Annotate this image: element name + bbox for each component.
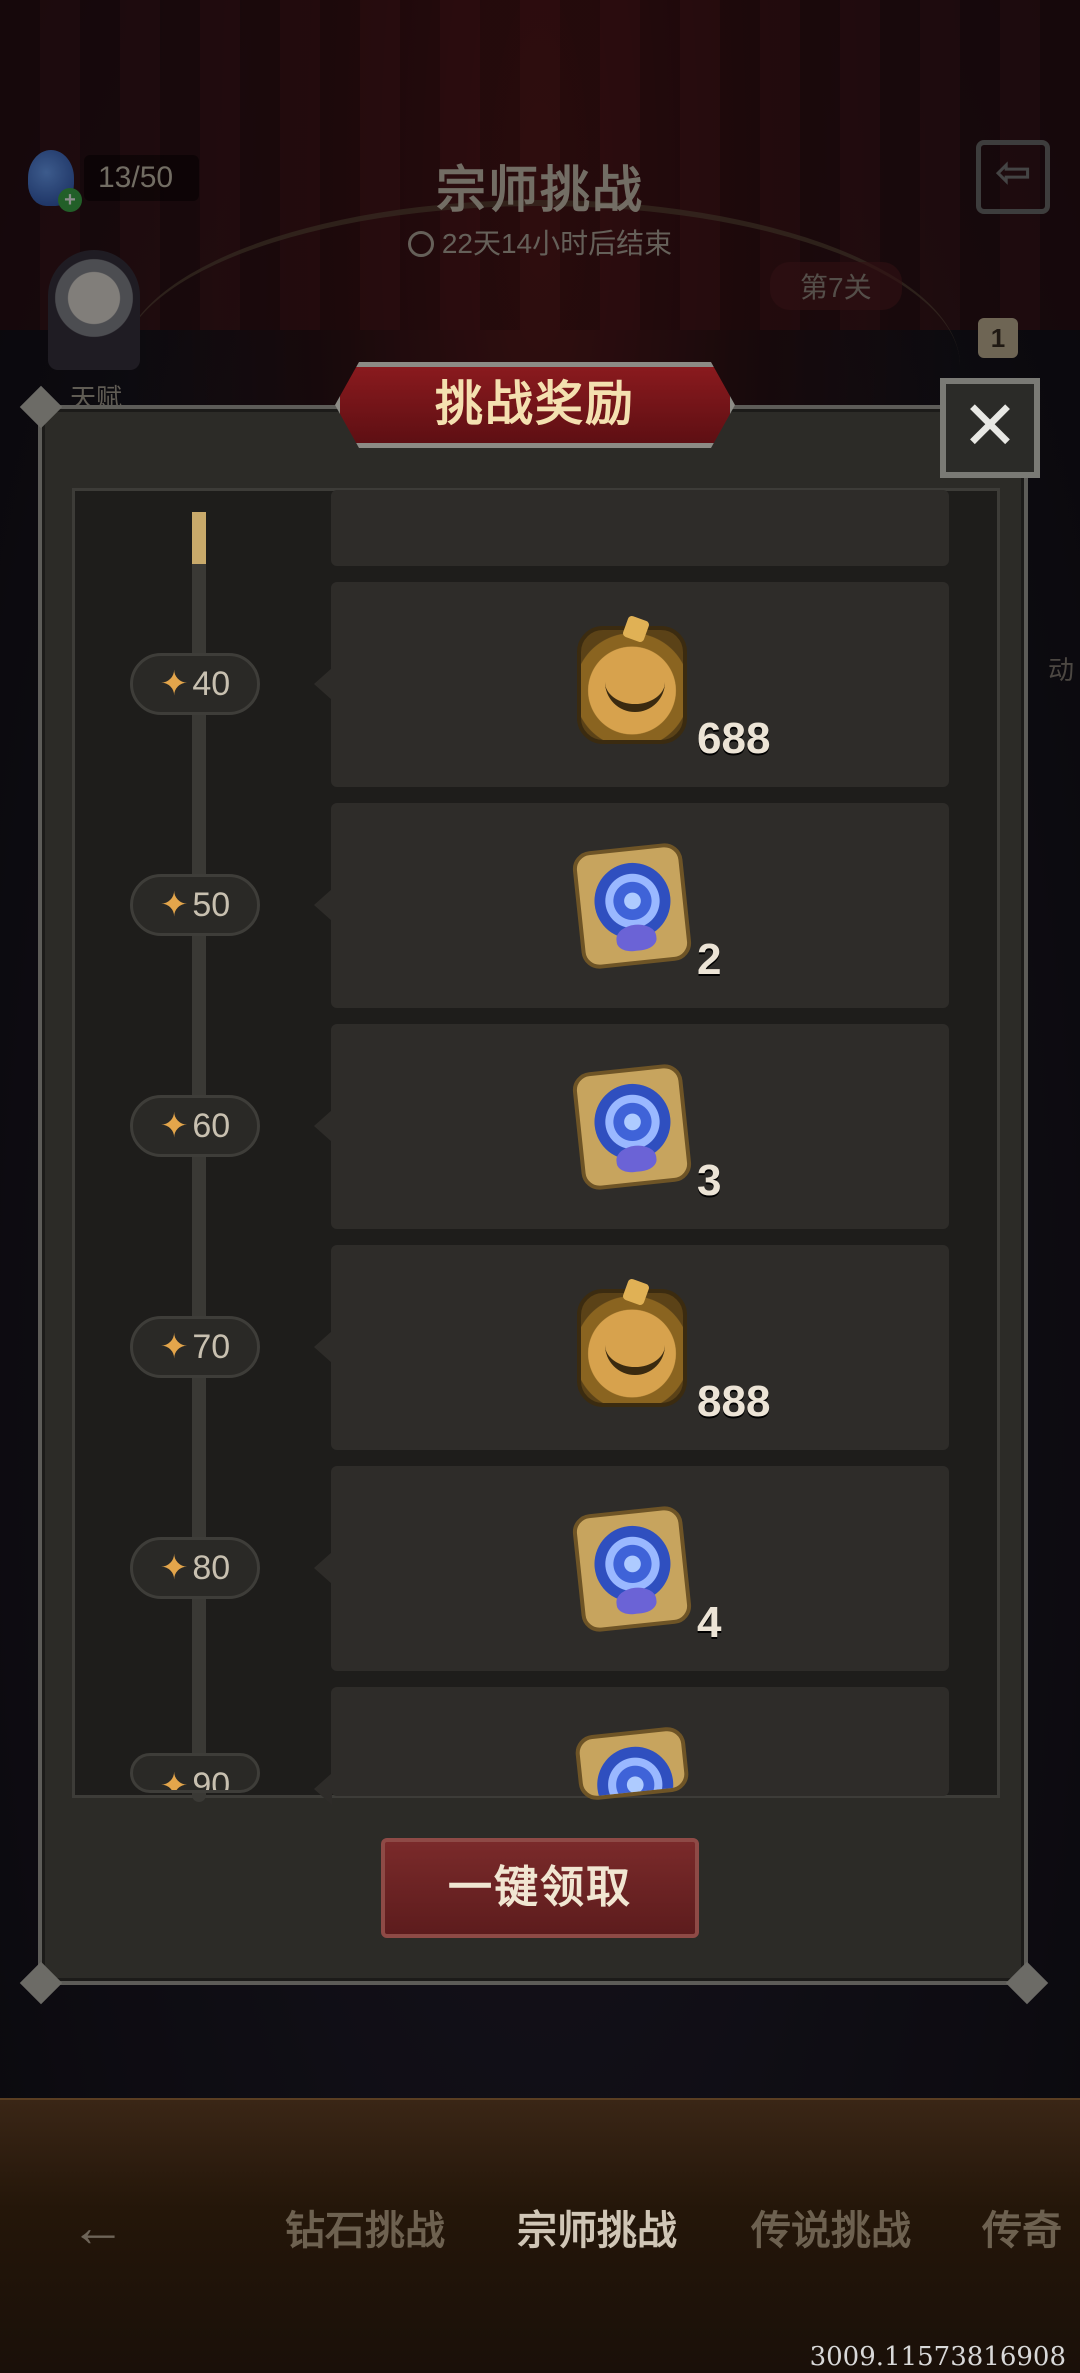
milestone-value: 60 <box>192 1106 231 1145</box>
candy-token-icon[interactable] <box>571 1504 693 1634</box>
candy-token-icon[interactable] <box>571 1062 693 1192</box>
progress-fill <box>192 512 206 564</box>
milestone-badge: ✦ 40 <box>130 653 260 715</box>
row-pointer <box>314 1110 332 1142</box>
milestone-badge: ✦ 80 <box>130 1537 260 1599</box>
milestone-value: 50 <box>192 885 231 924</box>
tab-master-challenge[interactable]: 宗师挑战 <box>517 2198 677 2256</box>
star-icon: ✦ <box>159 886 189 924</box>
row-pointer <box>314 668 332 700</box>
candy-token-icon[interactable] <box>571 841 693 971</box>
star-icon: ✦ <box>159 1328 189 1366</box>
milestone-value: 90 <box>192 1766 231 1793</box>
close-button[interactable]: ✕ <box>940 378 1040 478</box>
tab-diamond-challenge[interactable]: 钻石挑战 <box>285 2198 445 2256</box>
row-pointer <box>314 1331 332 1363</box>
reward-quantity: 4 <box>697 1598 722 1647</box>
milestone-badge: ✦ 70 <box>130 1316 260 1378</box>
reward-quantity: 2 <box>697 935 722 984</box>
milestone-value: 80 <box>192 1548 231 1587</box>
reward-quantity: 688 <box>697 714 771 763</box>
star-icon: ✦ <box>159 1107 189 1145</box>
pumpkin-coin-icon[interactable] <box>577 1289 687 1407</box>
milestone-value: 70 <box>192 1327 231 1366</box>
row-pointer <box>314 1552 332 1584</box>
star-icon: ✦ <box>159 1767 189 1793</box>
milestone-badge: ✦ 90 <box>130 1753 260 1793</box>
reward-row <box>331 490 949 566</box>
debug-number: 3009.115738169​08 <box>809 2342 1066 2372</box>
reward-quantity: 3 <box>697 1156 722 1205</box>
pumpkin-coin-icon[interactable] <box>577 626 687 744</box>
milestone-value: 40 <box>192 664 231 703</box>
tab-legend-challenge[interactable]: 传说挑战 <box>751 2198 911 2256</box>
milestone-badge: ✦ 50 <box>130 874 260 936</box>
star-icon: ✦ <box>159 665 189 703</box>
modal-title: 挑战奖励 <box>434 378 635 431</box>
row-pointer <box>314 1773 332 1805</box>
candy-token-icon[interactable] <box>573 1725 691 1802</box>
row-pointer <box>314 889 332 921</box>
milestone-badge: ✦ 60 <box>130 1095 260 1157</box>
reward-quantity: 888 <box>697 1377 771 1426</box>
star-icon: ✦ <box>159 1549 189 1587</box>
tab-mythic-challenge[interactable]: 传奇 <box>982 2198 1062 2256</box>
claim-all-button[interactable]: 一键领取 <box>381 1838 699 1938</box>
back-arrow-icon[interactable]: ← <box>70 2194 126 2259</box>
